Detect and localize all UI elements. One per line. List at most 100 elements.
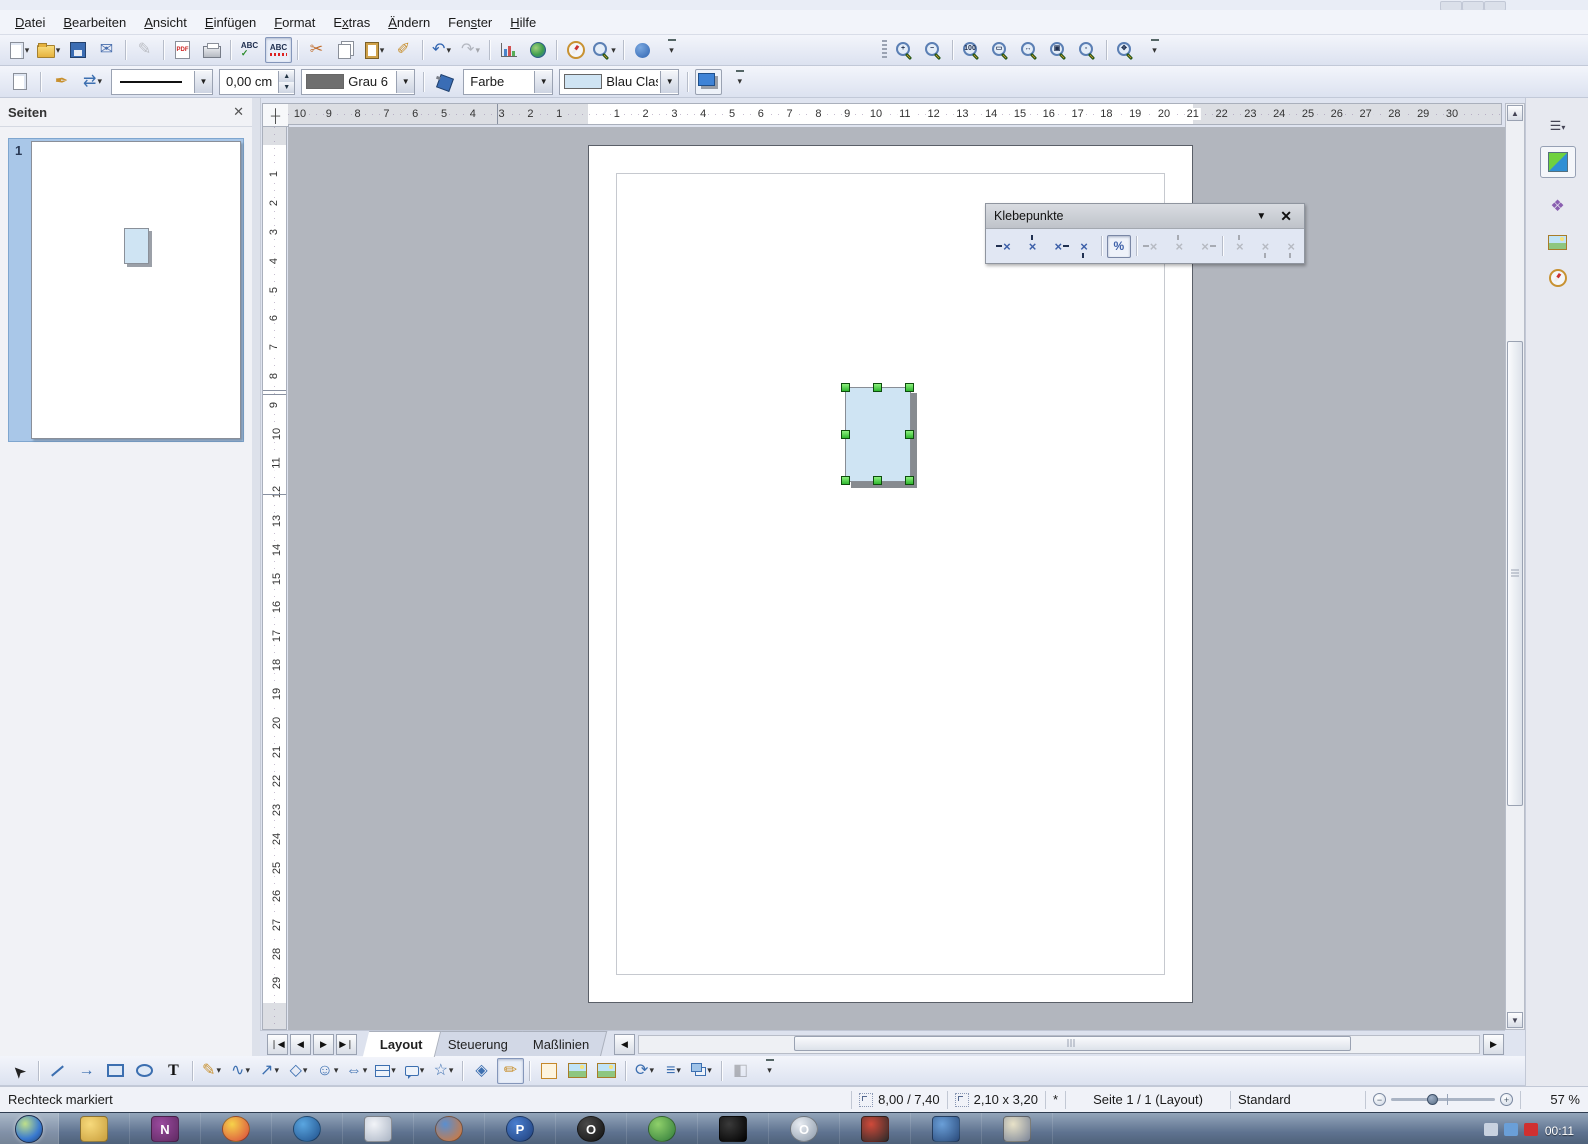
first-page-button[interactable]: ❘◀ bbox=[267, 1034, 288, 1055]
menu-ndern[interactable]: Ändern bbox=[379, 12, 439, 33]
document-page[interactable] bbox=[588, 145, 1193, 1003]
open-document-button[interactable]: ▾ bbox=[35, 37, 62, 63]
line-width-value[interactable]: 0,00 cm bbox=[220, 74, 278, 89]
tab-steuerung[interactable]: Steuerung bbox=[430, 1031, 525, 1057]
paste-button[interactable]: ▾ bbox=[361, 37, 388, 63]
sidebar-gallery-button[interactable] bbox=[1540, 226, 1576, 258]
menu-format[interactable]: Format bbox=[265, 12, 324, 33]
zoom-page-width-button[interactable]: ↔ bbox=[1016, 37, 1043, 63]
taskbar-firefox[interactable] bbox=[414, 1113, 485, 1144]
taskbar-blue-swirl[interactable] bbox=[272, 1113, 343, 1144]
glue-points-button[interactable]: ✏ bbox=[497, 1058, 524, 1084]
toolbar-overflow-button[interactable]: ▾ bbox=[658, 37, 685, 63]
next-page-button[interactable]: ▶ bbox=[313, 1034, 334, 1055]
toolbar-overflow-button[interactable]: ▾ bbox=[726, 69, 753, 95]
undo-button[interactable]: ↶▾ bbox=[428, 37, 455, 63]
gluepoint-vertical-center-button[interactable]: × bbox=[1254, 235, 1278, 258]
block-arrows-tool[interactable]: ⇔▾ bbox=[343, 1058, 370, 1084]
chevron-down-icon[interactable]: ▼ bbox=[660, 71, 678, 93]
styles-window-button[interactable] bbox=[6, 69, 33, 95]
redo-button[interactable]: ↷▾ bbox=[457, 37, 484, 63]
gluepoint-horizontal-right-button[interactable]: × bbox=[1193, 235, 1217, 258]
callouts-tool[interactable]: ▾ bbox=[401, 1058, 428, 1084]
save-button[interactable] bbox=[64, 37, 91, 63]
sidebar-navigator-button[interactable] bbox=[1540, 262, 1576, 294]
vertical-scrollbar-thumb[interactable] bbox=[1507, 341, 1523, 806]
zoom-slider-thumb[interactable] bbox=[1427, 1094, 1438, 1105]
symbol-shapes-tool[interactable]: ☺▾ bbox=[314, 1058, 341, 1084]
fill-type-select[interactable]: Farbe ▼ bbox=[463, 69, 553, 95]
gluepoint-horizontal-left-button[interactable]: × bbox=[1142, 235, 1166, 258]
zoom-slider-track[interactable] bbox=[1391, 1098, 1495, 1101]
arrange-button[interactable]: ▾ bbox=[689, 1058, 716, 1084]
selection-handle-sw[interactable] bbox=[841, 476, 850, 485]
stepper-up-icon[interactable]: ▲ bbox=[279, 71, 294, 82]
navigator-button[interactable] bbox=[562, 37, 589, 63]
gluepoints-toolbar-titlebar[interactable]: Klebepunkte ▼ ✕ bbox=[986, 204, 1304, 229]
extrusion-button[interactable]: ◧ bbox=[727, 1058, 754, 1084]
lines-arrows-tool[interactable]: ↗▾ bbox=[256, 1058, 283, 1084]
area-dialog-button[interactable] bbox=[431, 69, 458, 95]
taskbar-notepad[interactable] bbox=[343, 1113, 414, 1144]
page-thumbnail[interactable] bbox=[31, 141, 241, 439]
select-tool[interactable]: ➤ bbox=[6, 1058, 33, 1084]
flowchart-tool[interactable]: ▾ bbox=[372, 1058, 399, 1084]
taskbar-flag[interactable] bbox=[982, 1113, 1053, 1144]
tray-icon-blue[interactable] bbox=[1504, 1123, 1518, 1136]
taskbar-browser-yellow[interactable] bbox=[201, 1113, 272, 1144]
auto-spellcheck-button[interactable]: ABC bbox=[265, 37, 292, 63]
stepper-buttons[interactable]: ▲▼ bbox=[278, 71, 294, 93]
close-icon[interactable]: ✕ bbox=[1276, 208, 1296, 225]
taskbar-blue-doc[interactable] bbox=[911, 1113, 982, 1144]
toolbar-grip[interactable] bbox=[882, 40, 887, 60]
line-dialog-button[interactable]: ✒ bbox=[48, 69, 75, 95]
zoom-level[interactable]: 57 % bbox=[1528, 1092, 1588, 1107]
gluepoint-relative-button[interactable]: % bbox=[1107, 235, 1131, 258]
taskbar-magnifier[interactable]: O bbox=[769, 1113, 840, 1144]
zoom-shift-button[interactable]: ✥ bbox=[1112, 37, 1139, 63]
zoom-object-button[interactable]: ▫ bbox=[1074, 37, 1101, 63]
taskbar-black-shape[interactable] bbox=[698, 1113, 769, 1144]
exit-direction-bottom-button[interactable]: × bbox=[1072, 235, 1096, 258]
selection-handle-ne[interactable] bbox=[905, 383, 914, 392]
arrow-style-button[interactable]: ⇄▾ bbox=[79, 69, 106, 95]
chevron-down-icon[interactable]: ▼ bbox=[194, 71, 212, 93]
horizontal-scrollbar-thumb[interactable] bbox=[794, 1036, 1351, 1051]
spellcheck-button[interactable]: ABC✓ bbox=[236, 37, 263, 63]
zoom-out-icon[interactable]: − bbox=[1373, 1093, 1386, 1106]
page-thumbnail-selected[interactable]: 1 bbox=[8, 138, 244, 442]
selection-handle-nw[interactable] bbox=[841, 383, 850, 392]
scroll-left-icon[interactable]: ◀ bbox=[614, 1034, 635, 1055]
last-page-button[interactable]: ▶❘ bbox=[336, 1034, 357, 1055]
stars-tool[interactable]: ☆▾ bbox=[430, 1058, 457, 1084]
selection-handle-s[interactable] bbox=[873, 476, 882, 485]
zoom-100-button[interactable]: 100 bbox=[958, 37, 985, 63]
text-tool[interactable]: T bbox=[160, 1058, 187, 1084]
fill-color-select[interactable]: Blau Clas ▼ bbox=[559, 69, 679, 95]
send-email-button[interactable]: ✉ bbox=[93, 37, 120, 63]
print-button[interactable] bbox=[198, 37, 225, 63]
rectangle-tool[interactable] bbox=[102, 1058, 129, 1084]
zoom-optimal-button[interactable]: ▣ bbox=[1045, 37, 1072, 63]
sidebar-menu-button[interactable]: ☰▾ bbox=[1540, 110, 1576, 142]
gluepoint-horizontal-center-button[interactable]: × bbox=[1167, 235, 1191, 258]
insert-chart-button[interactable] bbox=[495, 37, 522, 63]
taskbar-blue-p[interactable]: P bbox=[485, 1113, 556, 1144]
taskbar-explorer[interactable] bbox=[59, 1113, 130, 1144]
toolbar-menu-icon[interactable]: ▼ bbox=[1246, 211, 1276, 222]
scroll-right-icon[interactable]: ▶ bbox=[1483, 1034, 1504, 1055]
rotate-button[interactable]: ⟳▾ bbox=[631, 1058, 658, 1084]
exit-direction-right-button[interactable]: × bbox=[1046, 235, 1070, 258]
selected-rectangle-shape[interactable] bbox=[845, 387, 911, 482]
line-width-stepper[interactable]: 0,00 cm ▲▼ bbox=[219, 69, 295, 95]
menu-ansicht[interactable]: Ansicht bbox=[135, 12, 196, 33]
format-paintbrush-button[interactable]: ✐ bbox=[390, 37, 417, 63]
zoom-out-button[interactable]: − bbox=[920, 37, 947, 63]
taskbar-green-sphere[interactable] bbox=[627, 1113, 698, 1144]
scroll-down-icon[interactable]: ▼ bbox=[1507, 1012, 1523, 1028]
help-button[interactable] bbox=[629, 37, 656, 63]
zoom-menu-button[interactable]: ▾ bbox=[591, 37, 618, 63]
close-icon[interactable]: ✕ bbox=[233, 104, 244, 120]
start-button[interactable] bbox=[0, 1113, 59, 1144]
zoom-in-icon[interactable]: + bbox=[1500, 1093, 1513, 1106]
